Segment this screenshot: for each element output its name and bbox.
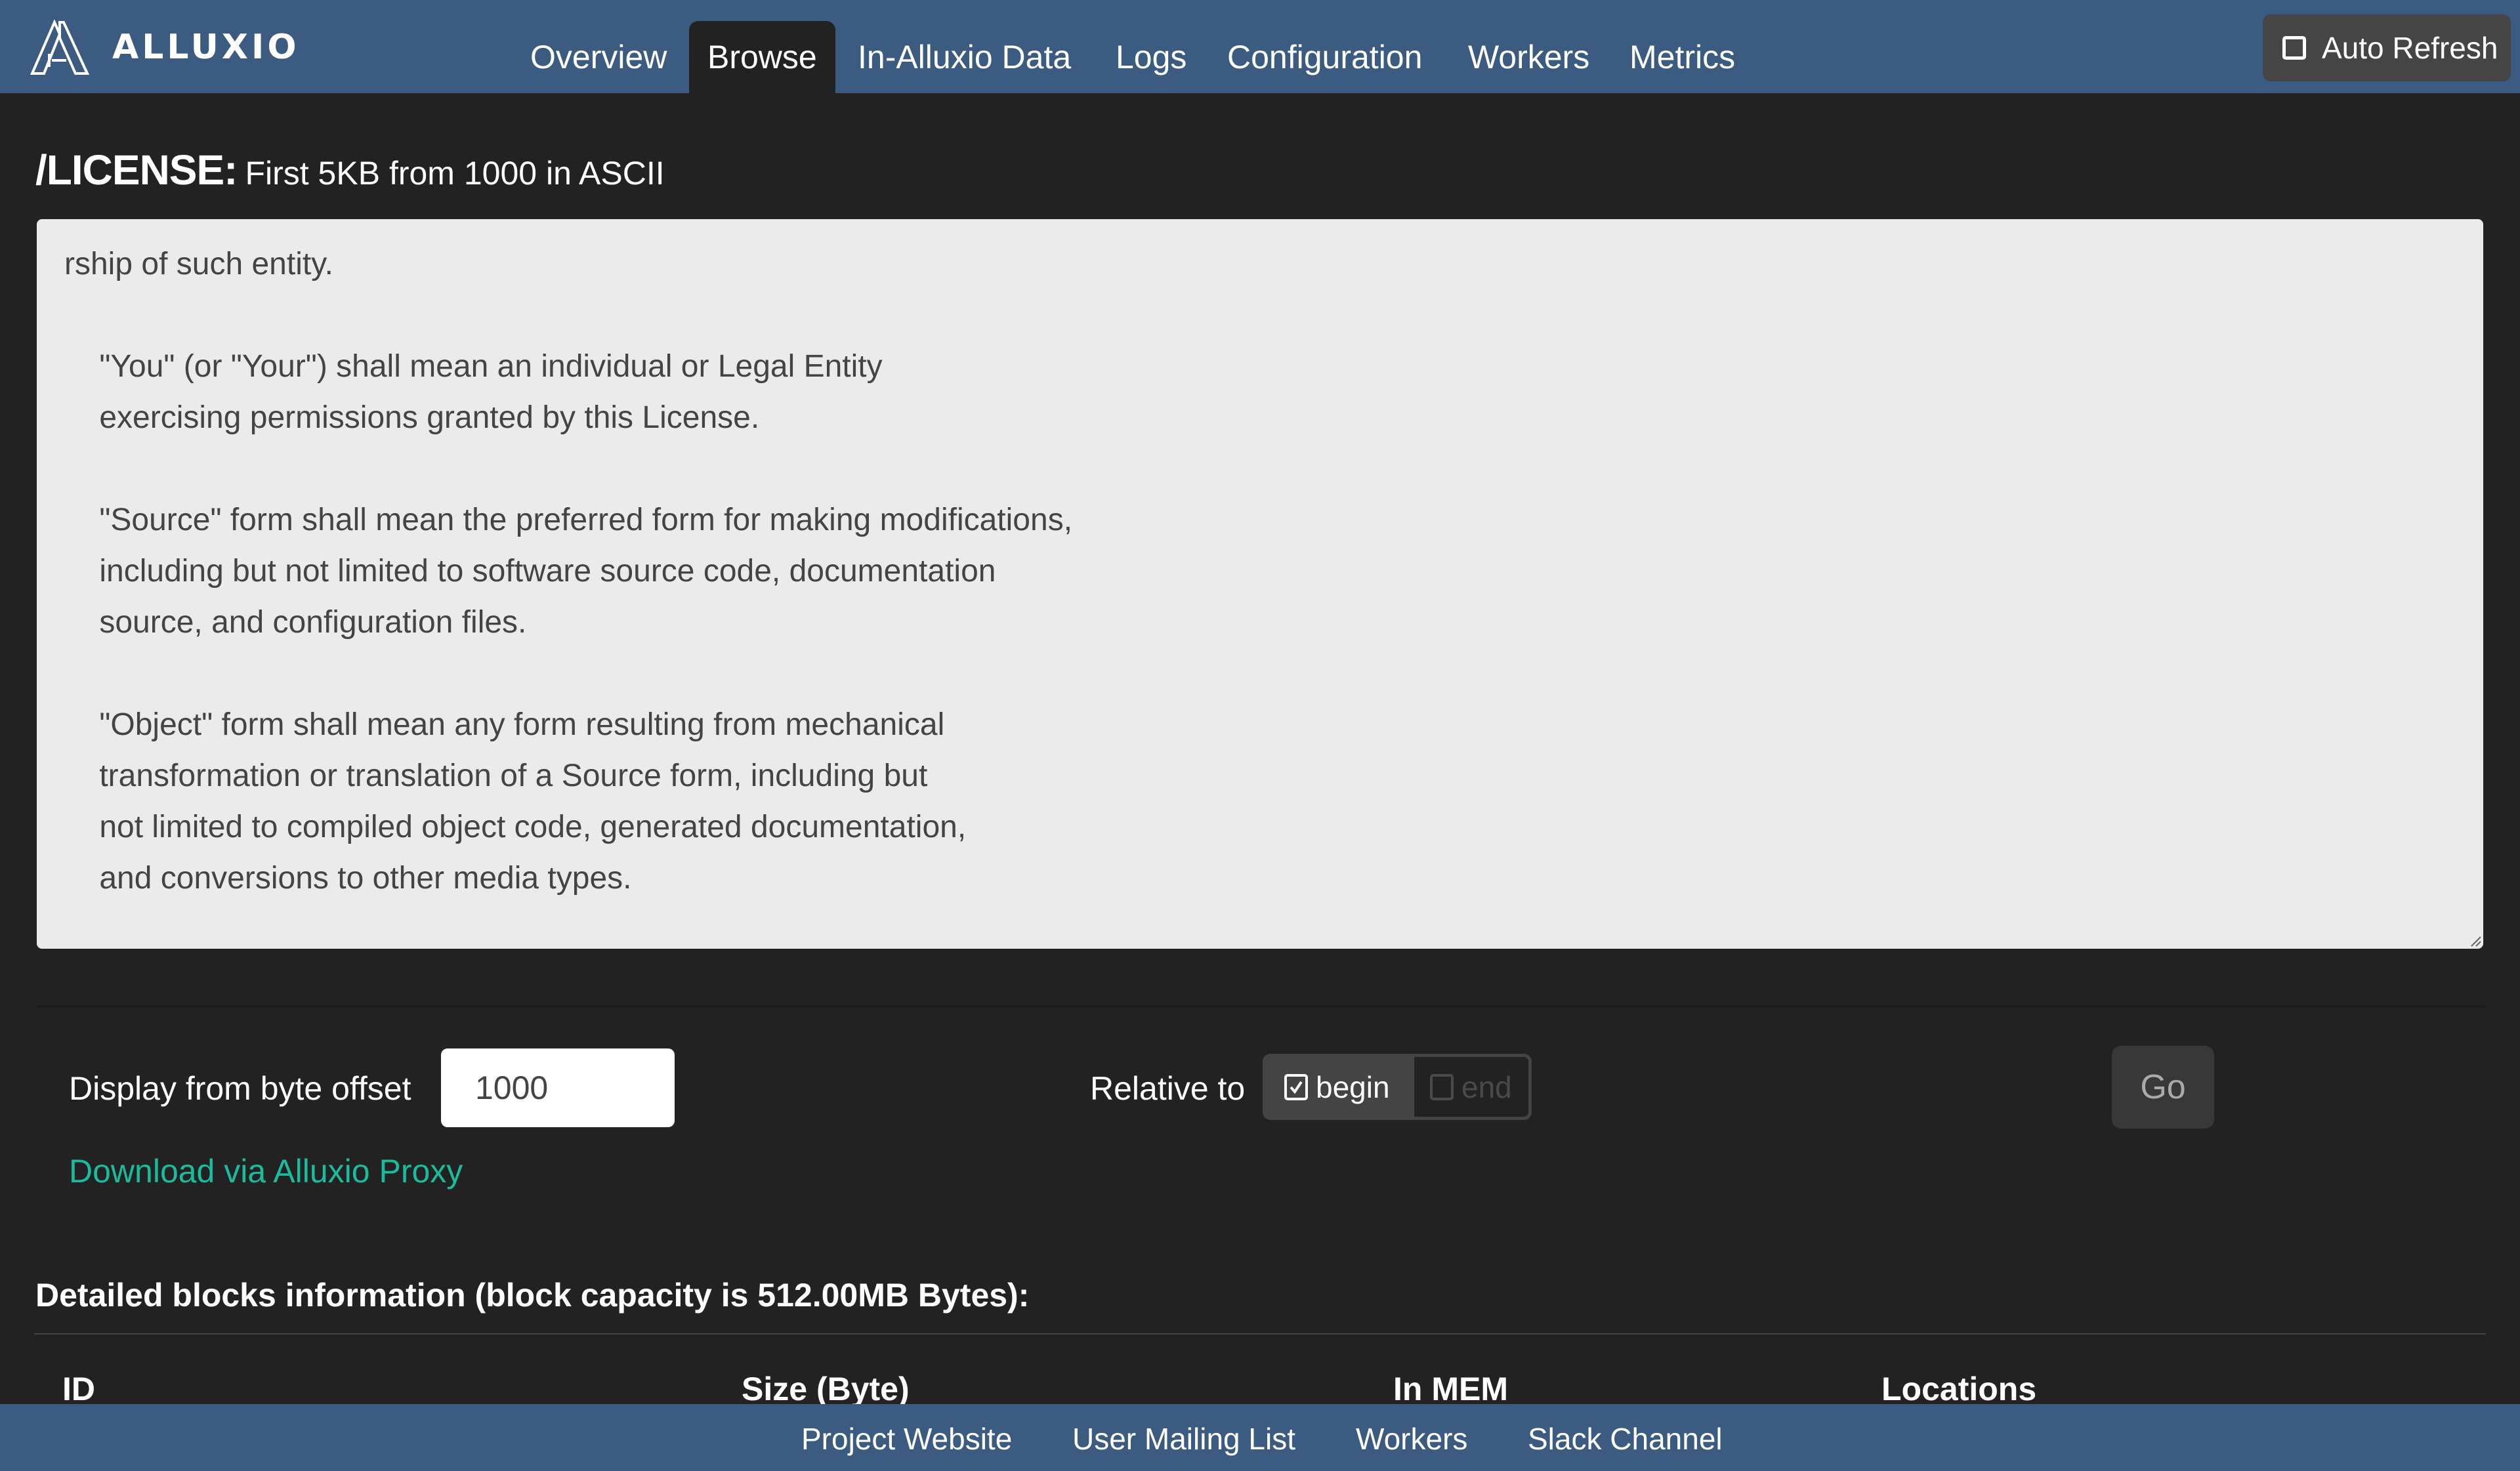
nav-configuration[interactable]: Configuration [1227,21,1422,93]
file-path: /LICENSE: [35,146,238,194]
footer-link-user-mailing-list[interactable]: User Mailing List [1072,1421,1295,1457]
brand-name: ALLUXIO [112,28,300,67]
relative-begin-label: begin [1316,1069,1390,1104]
nav-workers[interactable]: Workers [1468,21,1589,93]
nav-in-alluxio-data[interactable]: In-Alluxio Data [858,21,1071,93]
section-divider [37,1005,2486,1008]
auto-refresh-checkbox-icon[interactable] [2282,36,2306,60]
column-header-size: Size (Byte) [742,1371,910,1407]
blocks-divider [34,1333,2486,1335]
relative-to-toggle-group: begin end [1263,1054,1532,1120]
top-navbar: ALLUXIO Overview Browse In-Alluxio Data … [0,0,2520,93]
resize-grip-icon[interactable] [2469,934,2482,947]
go-button[interactable]: Go [2112,1046,2214,1129]
file-subtitle: First 5KB from 1000 in ASCII [245,155,665,192]
relative-end-label: end [1461,1069,1512,1104]
file-content-text: rship of such entity. "You" (or "Your") … [64,247,1073,896]
footer: Project Website User Mailing List Worker… [0,1404,2520,1471]
nav-logs[interactable]: Logs [1116,21,1186,93]
nav-overview[interactable]: Overview [530,21,667,93]
file-title: /LICENSE: First 5KB from 1000 in ASCII [35,146,665,194]
column-header-in-mem: In MEM [1393,1371,1508,1407]
offset-label: Display from byte offset [69,1070,411,1107]
file-content-textarea[interactable]: rship of such entity. "You" (or "Your") … [37,219,2483,949]
alluxio-logo-icon [30,20,90,75]
download-via-proxy-link[interactable]: Download via Alluxio Proxy [69,1152,463,1190]
blocks-info-heading: Detailed blocks information (block capac… [35,1277,1030,1314]
relative-end-option[interactable]: end [1414,1057,1528,1117]
auto-refresh-toggle[interactable]: Auto Refresh [2263,14,2511,81]
footer-link-project-website[interactable]: Project Website [801,1421,1012,1457]
checkbox-unchecked-icon [1430,1073,1454,1100]
column-header-locations: Locations [1881,1371,2037,1407]
nav-browse[interactable]: Browse [689,21,835,93]
relative-begin-option[interactable]: begin [1266,1057,1414,1117]
footer-link-workers[interactable]: Workers [1356,1421,1467,1457]
auto-refresh-label: Auto Refresh [2322,31,2498,65]
alluxio-logo[interactable]: ALLUXIO [30,20,305,75]
checkbox-checked-icon [1284,1073,1308,1100]
nav-metrics[interactable]: Metrics [1629,21,1735,93]
column-header-id: ID [62,1371,95,1407]
footer-link-slack-channel[interactable]: Slack Channel [1528,1421,1723,1457]
byte-offset-input[interactable] [441,1048,675,1127]
relative-to-label: Relative to [1090,1070,1246,1107]
